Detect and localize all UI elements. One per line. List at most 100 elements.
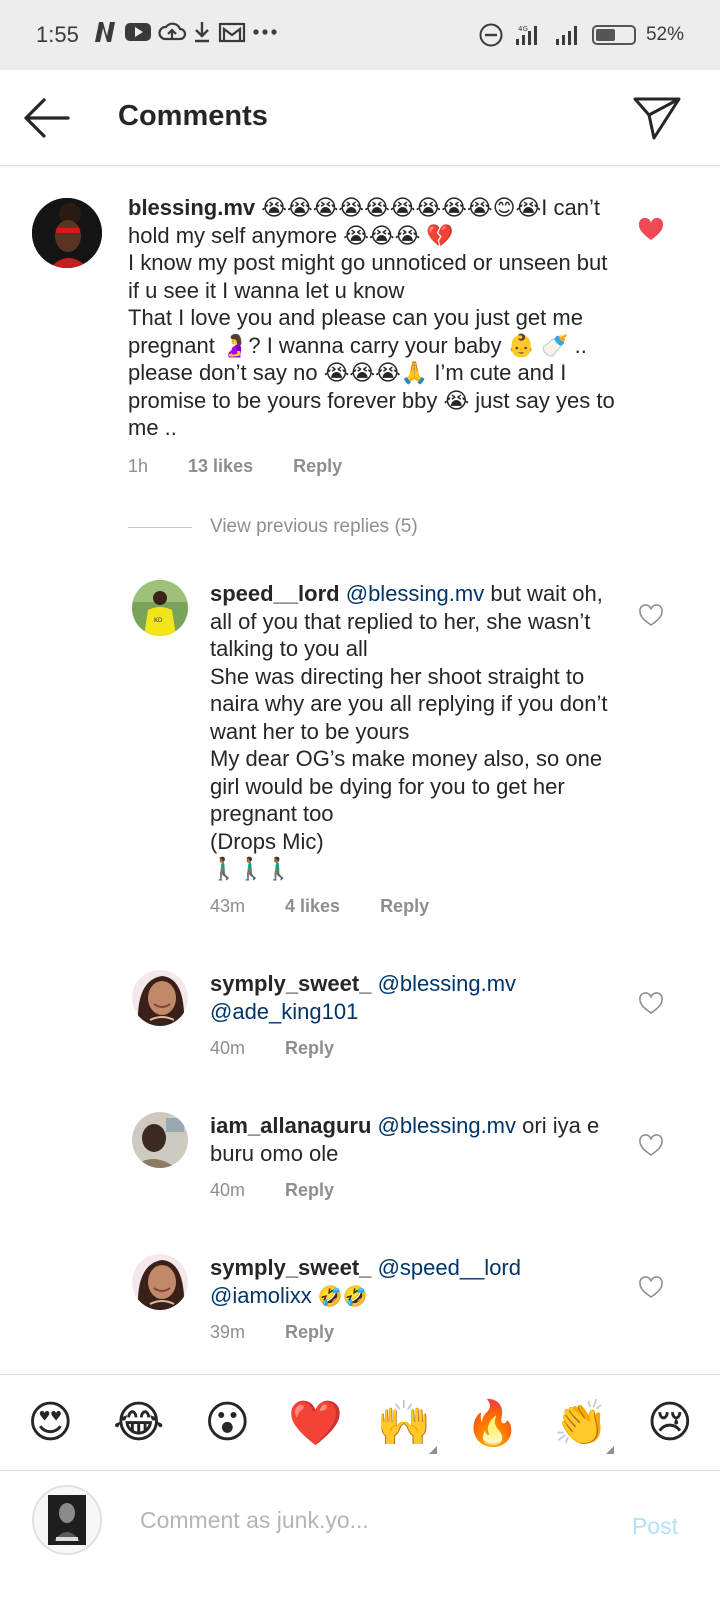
comment-meta: 39m Reply — [210, 1322, 374, 1343]
emoji-raised-hands-glyph: 🙌 — [376, 1397, 432, 1449]
post-button[interactable]: Post — [632, 1513, 678, 1540]
comment-body: iam_allanaguru @blessing.mv ori iya e bu… — [210, 1112, 620, 1167]
user-avatar — [32, 1485, 102, 1555]
avatar[interactable]: KD — [132, 580, 188, 636]
comment-meta: 43m 4 likes Reply — [210, 896, 469, 917]
comment-meta: 40m Reply — [210, 1180, 374, 1201]
status-bar: 1:55 4G 52% — [0, 0, 720, 70]
comment-text-3: That I love you and please can you just … — [128, 305, 615, 440]
comment-meta: 40m Reply — [210, 1038, 374, 1059]
heart-filled-icon — [638, 217, 664, 240]
emoji-clap-glyph: 👏 — [553, 1397, 609, 1449]
comment-time: 43m — [210, 896, 246, 916]
do-not-disturb-icon — [479, 23, 503, 47]
reply-button[interactable]: Reply — [285, 1180, 334, 1201]
comment-likes[interactable]: 13 likes — [188, 456, 253, 477]
comment-body: blessing.mv 😭😭😭😭😭😭😭😭😭😊😭I can’t hold my s… — [128, 194, 618, 442]
signal-icon: 4G — [515, 25, 537, 45]
status-time: 1:55 — [36, 22, 79, 47]
avatar-image — [132, 1254, 188, 1310]
avatar-image — [132, 970, 188, 1026]
skin-tone-indicator — [429, 1445, 438, 1454]
comment-time: 40m — [210, 1180, 246, 1200]
comment-username[interactable]: blessing.mv — [128, 195, 255, 220]
emoji-heart-eyes-button[interactable]: 😍 — [15, 1388, 85, 1458]
comment-body: symply_sweet_ @speed__lord @iamolixx 🤣🤣 — [210, 1254, 610, 1310]
mention-link[interactable]: @blessing.mv — [378, 1113, 517, 1138]
comment-username[interactable]: iam_allanaguru — [210, 1113, 371, 1138]
svg-text:KD: KD — [154, 617, 163, 624]
mention-link[interactable]: @speed__lord — [378, 1255, 521, 1280]
netflix-icon — [95, 22, 115, 42]
page-title: Comments — [118, 100, 268, 132]
share-button[interactable] — [632, 94, 682, 142]
youtube-icon — [125, 23, 151, 41]
like-button[interactable] — [638, 1276, 664, 1300]
avatar-image — [132, 1112, 188, 1168]
comment-time: 40m — [210, 1038, 246, 1058]
download-icon — [195, 22, 209, 43]
mention-link[interactable]: @blessing.mv — [346, 581, 485, 606]
battery-icon — [591, 25, 636, 45]
heart-outline-icon — [639, 1134, 663, 1156]
reply-button[interactable]: Reply — [380, 896, 429, 917]
comment-body: speed__lord @blessing.mv but wait oh, al… — [210, 580, 610, 883]
comment-meta: 1h 13 likes Reply — [128, 456, 382, 477]
header-bar: Comments — [0, 70, 720, 166]
avatar[interactable] — [132, 970, 188, 1026]
comment-text-2: I know my post might go unnoticed or uns… — [128, 250, 608, 303]
emoji-red-heart-button[interactable]: ❤️ — [281, 1388, 351, 1458]
more-dots-icon — [253, 29, 277, 35]
like-button[interactable] — [638, 1134, 664, 1158]
comment-username[interactable]: symply_sweet_ — [210, 1255, 371, 1280]
arrow-left-icon — [24, 98, 70, 138]
view-previous-label: View previous replies (5) — [210, 516, 418, 537]
notification-icons — [92, 20, 278, 44]
emoji-fire-button[interactable]: 🔥 — [458, 1388, 528, 1458]
comment-time: 39m — [210, 1322, 246, 1342]
mention-link[interactable]: @blessing.mv — [378, 971, 517, 996]
comment-composer: Comment as junk.yo... Post — [0, 1470, 720, 1600]
skin-tone-indicator — [606, 1445, 615, 1454]
battery-fill — [595, 29, 615, 41]
avatar-image — [34, 1487, 100, 1553]
like-button[interactable] — [638, 604, 664, 628]
mention-link[interactable]: @iamolixx — [210, 1283, 312, 1308]
like-button[interactable] — [638, 992, 664, 1016]
gmail-icon — [218, 22, 246, 43]
cloud-upload-icon — [158, 22, 186, 41]
heart-outline-icon — [639, 1276, 663, 1298]
avatar[interactable] — [132, 1254, 188, 1310]
comment-likes[interactable]: 4 likes — [285, 896, 340, 917]
emoji-open-mouth-button[interactable]: 😮 — [192, 1388, 262, 1458]
mention-link[interactable]: @ade_king101 — [210, 999, 358, 1024]
like-button[interactable] — [638, 217, 664, 242]
avatar-image — [32, 198, 102, 268]
avatar[interactable] — [32, 198, 102, 268]
signal-2-icon — [555, 26, 577, 45]
reply-button[interactable]: Reply — [285, 1322, 334, 1343]
battery-percent: 52% — [645, 24, 684, 45]
emoji-quick-bar: 😍 😂 😮 ❤️ 🙌 🔥 👏 😢 — [0, 1374, 720, 1470]
comment-input[interactable]: Comment as junk.yo... — [140, 1507, 369, 1534]
divider-line — [128, 526, 192, 528]
status-right: 4G 52% — [478, 22, 684, 48]
emoji-clap-button[interactable]: 👏 — [546, 1388, 616, 1458]
avatar[interactable] — [132, 1112, 188, 1168]
avatar-image: KD — [132, 580, 188, 636]
reply-button[interactable]: Reply — [293, 456, 342, 477]
emoji-raised-hands-button[interactable]: 🙌 — [369, 1388, 439, 1458]
comment-username[interactable]: symply_sweet_ — [210, 971, 371, 996]
comment-username[interactable]: speed__lord — [210, 581, 340, 606]
comment-body: symply_sweet_ @blessing.mv @ade_king101 — [210, 970, 610, 1025]
back-button[interactable] — [22, 96, 72, 140]
comment-text: but wait oh, all of you that replied to … — [210, 581, 608, 881]
heart-outline-icon — [639, 992, 663, 1014]
emoji-cry-button[interactable]: 😢 — [635, 1388, 705, 1458]
comment-time: 1h — [128, 456, 149, 476]
emoji-joy-button[interactable]: 😂 — [104, 1388, 174, 1458]
view-previous-replies[interactable]: View previous replies (5) — [128, 516, 418, 538]
reply-button[interactable]: Reply — [285, 1038, 334, 1059]
heart-outline-icon — [639, 604, 663, 626]
comment-text: 🤣🤣 — [317, 1283, 368, 1308]
